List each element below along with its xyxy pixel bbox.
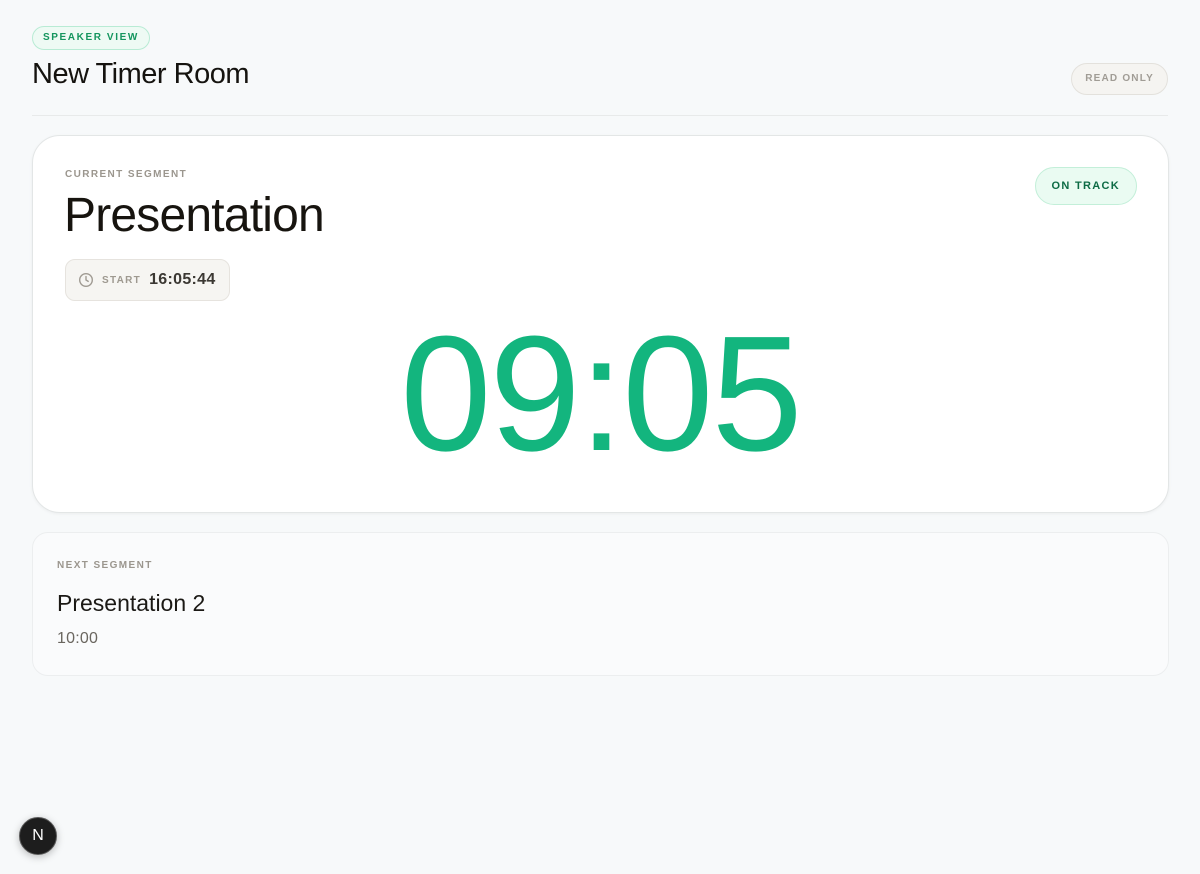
current-segment-card: CURRENT SEGMENT Presentation ON TRACK ST… xyxy=(32,135,1169,513)
nextjs-icon[interactable]: N xyxy=(19,817,57,855)
next-segment-label: NEXT SEGMENT xyxy=(57,560,153,571)
header: SPEAKER VIEW New Timer Room READ ONLY xyxy=(32,0,1168,116)
next-segment-card: NEXT SEGMENT Presentation 2 10:00 xyxy=(32,532,1169,676)
read-only-badge: READ ONLY xyxy=(1071,63,1168,95)
speaker-view-page: SPEAKER VIEW New Timer Room READ ONLY CU… xyxy=(0,0,1200,874)
start-time: 16:05:44 xyxy=(149,271,216,288)
room-title: New Timer Room xyxy=(32,58,250,90)
start-time-chip: START 16:05:44 xyxy=(65,259,230,301)
current-segment-name: Presentation xyxy=(64,189,325,242)
status-badge: ON TRACK xyxy=(1034,167,1137,205)
start-label: START xyxy=(102,274,142,286)
clock-icon xyxy=(78,272,94,288)
current-segment-label: CURRENT SEGMENT xyxy=(65,169,188,180)
countdown-timer: 09:05 xyxy=(400,302,802,485)
view-mode-badge: SPEAKER VIEW xyxy=(32,26,150,50)
next-segment-duration: 10:00 xyxy=(57,630,99,647)
next-segment-name: Presentation 2 xyxy=(57,590,206,616)
